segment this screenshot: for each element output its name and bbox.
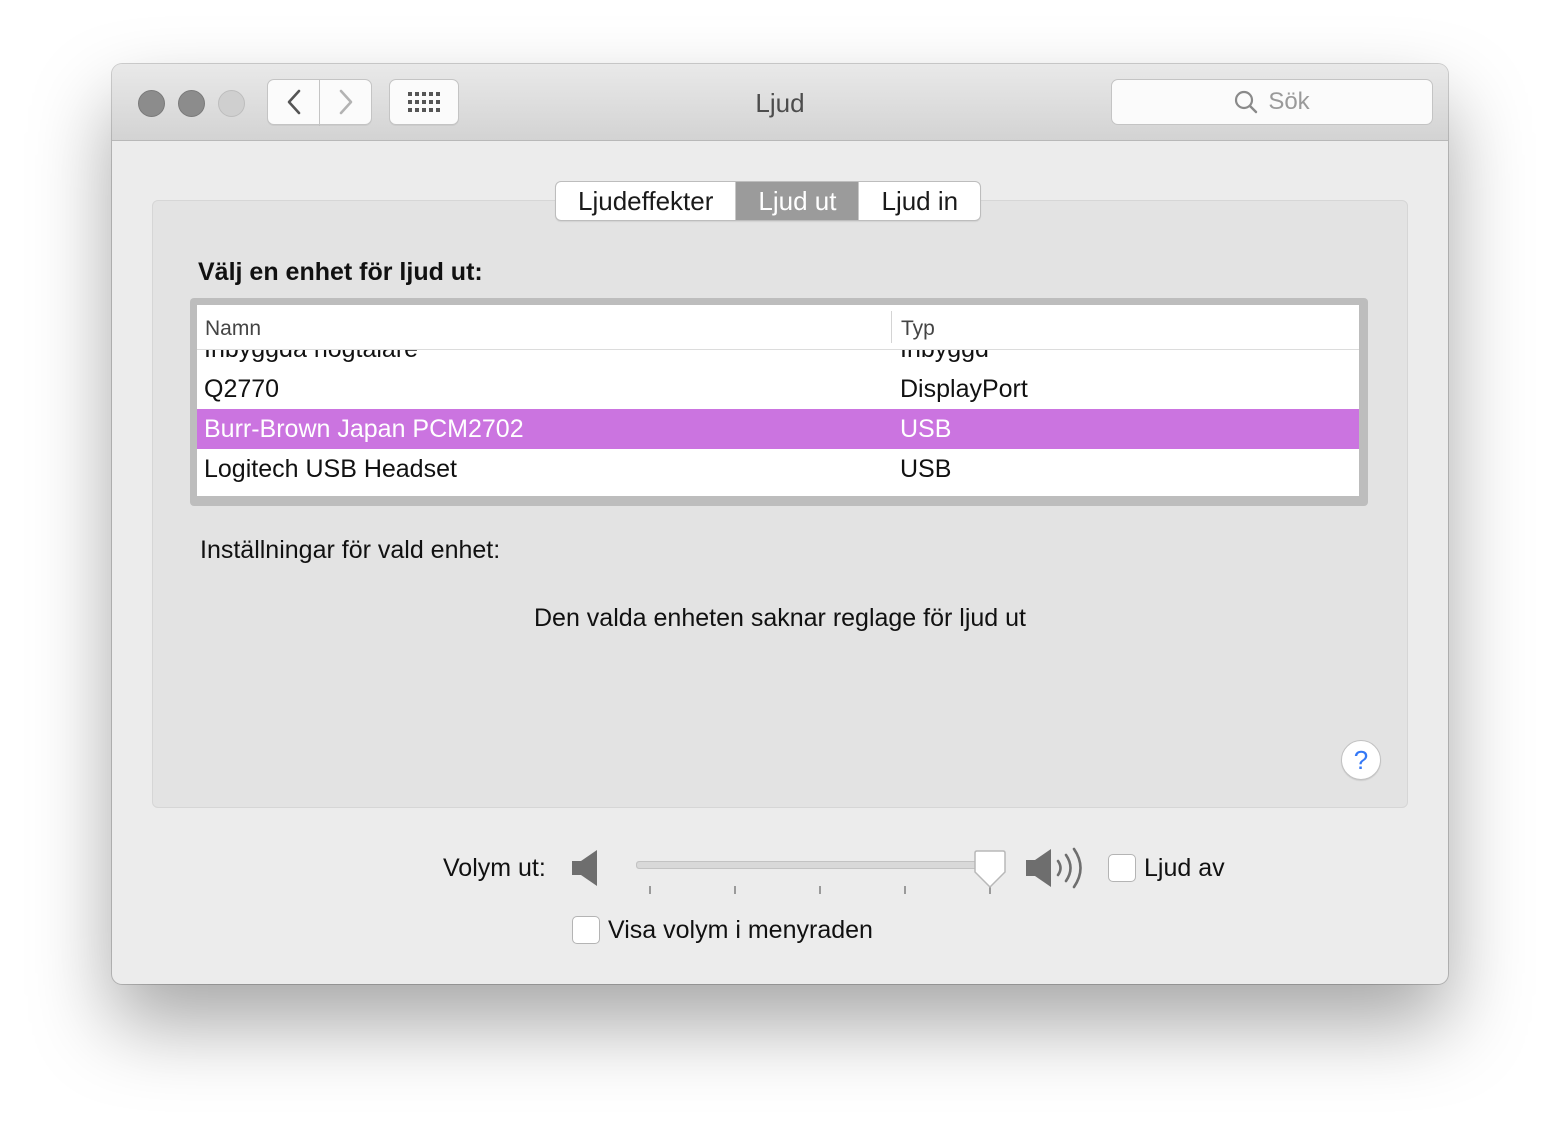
- column-header-name[interactable]: Namn: [205, 317, 261, 341]
- output-device-table[interactable]: Inbyggda högtalare Inbyggd Q2770 Display…: [197, 305, 1359, 496]
- volume-slider-thumb[interactable]: [974, 850, 1006, 888]
- device-name-cell: Logitech USB Headset: [204, 455, 457, 483]
- table-row[interactable]: Q2770 DisplayPort: [197, 369, 1359, 409]
- volume-tick: [904, 886, 906, 894]
- sound-preferences-window: Ljud Sök Ljudeffekter Ljud ut Ljud in Vä…: [112, 64, 1448, 984]
- show-volume-in-menubar-label[interactable]: Visa volym i menyraden: [608, 916, 873, 945]
- volume-tick: [819, 886, 821, 894]
- help-icon: ?: [1353, 744, 1369, 775]
- device-name-cell: Q2770: [204, 375, 280, 403]
- device-type-cell: USB: [900, 415, 952, 443]
- tab-output[interactable]: Ljud ut: [736, 182, 860, 220]
- mute-label[interactable]: Ljud av: [1144, 854, 1225, 883]
- tab-sound-effects[interactable]: Ljudeffekter: [556, 182, 737, 220]
- show-volume-in-menubar-checkbox[interactable]: [572, 916, 600, 944]
- mute-checkbox[interactable]: [1108, 854, 1136, 882]
- volume-tick: [734, 886, 736, 894]
- selected-device-settings-label: Inställningar för vald enhet:: [200, 536, 501, 564]
- output-volume-label: Volym ut:: [443, 854, 546, 882]
- search-field[interactable]: Sök: [1111, 79, 1433, 125]
- no-controls-message: Den valda enheten saknar reglage för lju…: [534, 604, 1026, 632]
- tab-bar: Ljudeffekter Ljud ut Ljud in: [555, 181, 982, 221]
- volume-slider-fill: [637, 862, 992, 868]
- output-device-table-frame: Inbyggda högtalare Inbyggd Q2770 Display…: [190, 298, 1368, 506]
- volume-slider[interactable]: [636, 861, 993, 869]
- tab-input[interactable]: Ljud in: [859, 182, 980, 220]
- search-placeholder: Sök: [1268, 88, 1310, 115]
- speaker-high-icon: [1026, 847, 1082, 889]
- volume-tick: [649, 886, 651, 894]
- device-name-cell: Burr-Brown Japan PCM2702: [204, 415, 524, 443]
- output-device-heading: Välj en enhet för ljud ut:: [198, 258, 483, 286]
- speaker-low-icon: [572, 850, 597, 886]
- table-row[interactable]: Logitech USB Headset USB: [197, 449, 1359, 489]
- device-type-cell: DisplayPort: [900, 375, 1028, 403]
- column-header-type[interactable]: Typ: [901, 317, 935, 341]
- table-row-selected[interactable]: Burr-Brown Japan PCM2702 USB: [197, 409, 1359, 449]
- device-type-cell: USB: [900, 455, 952, 483]
- help-button[interactable]: ?: [1341, 740, 1381, 780]
- search-icon: [1235, 90, 1258, 114]
- titlebar: Ljud Sök: [112, 64, 1448, 141]
- table-header: Namn Typ: [197, 305, 1359, 350]
- column-divider[interactable]: [891, 311, 892, 343]
